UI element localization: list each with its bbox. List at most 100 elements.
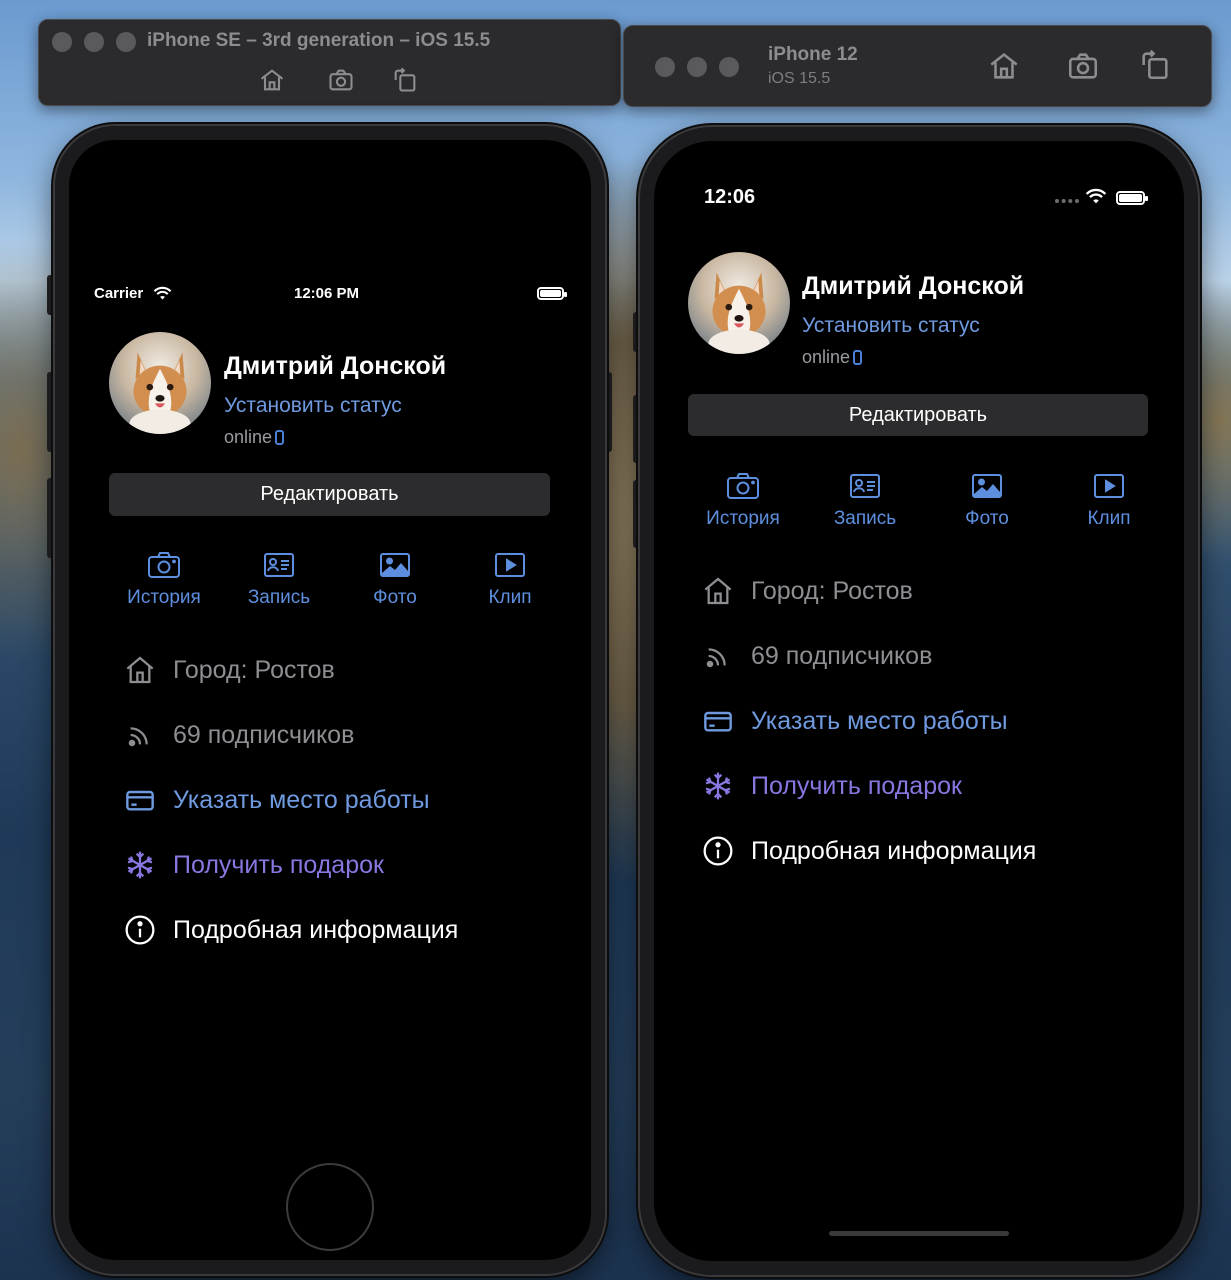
action-photo[interactable]: Фото — [932, 471, 1042, 530]
action-history[interactable]: История — [109, 550, 219, 609]
info-workplace[interactable]: Указать место работы — [702, 705, 1008, 737]
info-gift[interactable]: Получить подарок — [124, 849, 384, 881]
home-icon — [990, 53, 1018, 79]
action-label: Запись — [833, 508, 897, 529]
action-label: Фото — [965, 508, 1009, 529]
info-city: Город: Ростов — [124, 654, 335, 686]
simulator-title: iPhone SE – 3rd generation – iOS 15.5 — [147, 30, 491, 51]
rss-icon — [128, 727, 148, 747]
camera-icon — [727, 473, 759, 499]
home-icon — [260, 69, 284, 91]
action-history[interactable]: История — [688, 471, 798, 530]
info-label: 69 подписчиков — [173, 720, 355, 749]
id-card-icon — [264, 553, 294, 577]
screenshot-icon — [329, 69, 353, 91]
info-details[interactable]: Подробная информация — [124, 914, 458, 946]
action-label: Клип — [488, 587, 532, 608]
info-workplace[interactable]: Указать место работы — [124, 784, 430, 816]
info-label: Город: Ростов — [173, 655, 335, 684]
simulator-se-title-bar: iPhone SE – 3rd generation – iOS 15.5 — [38, 19, 621, 106]
info-followers[interactable]: 69 подписчиков — [702, 640, 932, 672]
12-mute-switch — [633, 312, 640, 352]
wifi-icon — [153, 286, 172, 301]
close-window-button[interactable] — [655, 57, 675, 77]
action-label: Запись — [247, 587, 311, 608]
edit-profile-button[interactable]: Редактировать — [688, 394, 1148, 436]
info-label: Подробная информация — [751, 836, 1037, 865]
card-icon — [126, 790, 154, 811]
rss-icon — [706, 648, 726, 668]
close-window-button[interactable] — [52, 32, 72, 52]
edit-profile-button[interactable]: Редактировать — [109, 473, 550, 516]
avatar[interactable] — [688, 252, 790, 354]
play-icon — [1094, 474, 1124, 498]
home-button[interactable] — [987, 49, 1021, 83]
online-status: online — [802, 347, 863, 368]
carrier-label: Carrier — [94, 285, 144, 302]
set-status-link[interactable]: Установить статус — [224, 394, 402, 418]
battery-icon — [537, 287, 567, 300]
action-post[interactable]: Запись — [224, 550, 334, 609]
card-icon — [704, 711, 732, 732]
action-post[interactable]: Запись — [810, 471, 920, 530]
info-city: Город: Ростов — [702, 575, 913, 607]
id-card-icon — [850, 474, 880, 498]
home-button[interactable] — [286, 1163, 374, 1251]
info-label: Получить подарок — [751, 771, 962, 800]
minimize-window-button[interactable] — [84, 32, 104, 52]
rotate-icon — [1142, 49, 1168, 80]
window-controls[interactable] — [52, 32, 136, 52]
info-details[interactable]: Подробная информация — [702, 835, 1036, 867]
wifi-icon — [1085, 188, 1107, 205]
camera-icon — [148, 552, 180, 578]
online-label: online — [224, 427, 273, 447]
screenshot-button[interactable] — [327, 66, 355, 94]
mobile-device-icon — [275, 430, 285, 445]
corgi-photo-icon — [708, 272, 770, 354]
snowflake-icon — [127, 851, 153, 879]
action-photo[interactable]: Фото — [340, 550, 450, 609]
info-label: Указать место работы — [173, 785, 430, 814]
avatar[interactable] — [109, 332, 211, 434]
home-indicator[interactable] — [829, 1231, 1009, 1236]
action-label: История — [706, 508, 780, 529]
profile-name: Дмитрий Донской — [224, 352, 447, 380]
photo-icon — [380, 553, 410, 577]
screenshot-button[interactable] — [1065, 49, 1101, 83]
online-label: online — [802, 347, 851, 367]
home-button[interactable] — [258, 66, 286, 94]
action-clip[interactable]: Клип — [1054, 471, 1164, 530]
info-followers[interactable]: 69 подписчиков — [124, 719, 354, 751]
home-icon — [126, 656, 154, 684]
info-gift[interactable]: Получить подарок — [702, 770, 962, 802]
iphone-se-screen: Carrier 12:06 PM Дмитрий Донской Установ… — [53, 124, 607, 1276]
info-label: Указать место работы — [751, 706, 1008, 735]
action-clip[interactable]: Клип — [455, 550, 565, 609]
info-label: 69 подписчиков — [751, 641, 933, 670]
12-volume-up — [633, 395, 640, 463]
set-status-link[interactable]: Установить статус — [802, 314, 980, 338]
photo-icon — [972, 474, 1002, 498]
mobile-device-icon — [853, 350, 863, 365]
info-icon — [125, 915, 155, 945]
zoom-window-button[interactable] — [116, 32, 136, 52]
zoom-window-button[interactable] — [719, 57, 739, 77]
simulator-title: iPhone 12 — [768, 44, 858, 65]
se-volume-up — [47, 372, 55, 452]
action-label: Фото — [373, 587, 417, 608]
12-volume-down — [633, 480, 640, 548]
window-controls[interactable] — [655, 57, 739, 77]
rotate-icon — [394, 67, 416, 92]
info-label: Подробная информация — [173, 915, 459, 944]
info-icon — [703, 836, 733, 866]
se-power-button — [604, 372, 612, 452]
snowflake-icon — [705, 772, 731, 800]
se-mute-switch — [47, 275, 55, 315]
se-volume-down — [47, 478, 55, 558]
online-status: online — [224, 427, 285, 448]
status-time: 12:06 — [704, 186, 756, 208]
simulator-subtitle: iOS 15.5 — [768, 70, 831, 87]
rotate-button[interactable] — [391, 66, 419, 94]
minimize-window-button[interactable] — [687, 57, 707, 77]
rotate-button[interactable] — [1138, 47, 1172, 83]
